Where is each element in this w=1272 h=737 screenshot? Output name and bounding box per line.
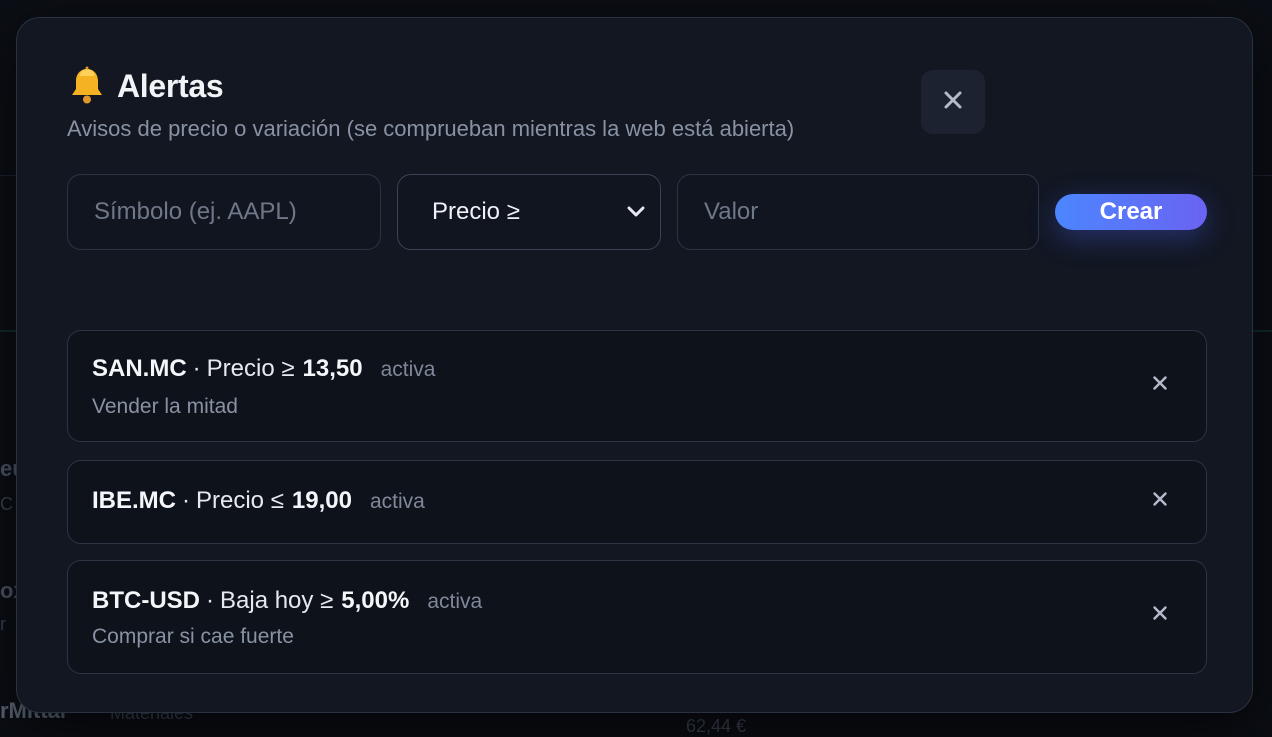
alert-threshold: 13,50 [302, 355, 363, 382]
delete-alert-button[interactable] [1148, 603, 1172, 627]
delete-alert-button[interactable] [1148, 489, 1172, 513]
modal-title: Alertas [117, 67, 224, 104]
bg-fragment: r [0, 614, 6, 634]
condition-selected-value: Precio ≥ [432, 198, 520, 225]
close-icon [943, 90, 963, 115]
alert-symbol: IBE.MC [92, 487, 176, 514]
alerts-modal: Alertas Avisos de precio o variación (se… [16, 17, 1253, 713]
alert-summary: SAN.MC · Precio ≥ 13,50 activa [92, 355, 435, 383]
symbol-input[interactable]: Símbolo (ej. AAPL) [67, 174, 381, 250]
delete-alert-button[interactable] [1148, 373, 1172, 397]
value-input[interactable]: Valor [677, 174, 1039, 250]
chevron-down-icon [626, 198, 646, 226]
alert-status: activa [369, 490, 425, 513]
create-alert-button[interactable]: Crear [1055, 194, 1207, 230]
alert-item: IBE.MC · Precio ≤ 19,00 activa [67, 460, 1207, 544]
close-icon [1152, 375, 1168, 396]
alert-summary: BTC-USD · Baja hoy ≥ 5,00% activa [92, 587, 482, 615]
bg-fragment: 62,44 € [686, 716, 747, 736]
close-icon [1152, 605, 1168, 626]
alert-note: Vender la mitad [92, 395, 238, 418]
bell-icon [69, 66, 105, 106]
modal-header: Alertas [69, 66, 224, 106]
alert-condition: Precio ≤ [196, 487, 284, 514]
condition-select[interactable]: Precio ≥ [397, 174, 661, 250]
alert-separator: · [182, 487, 190, 514]
close-icon [1152, 491, 1168, 512]
alert-condition: Baja hoy ≥ [220, 587, 334, 614]
alert-item: BTC-USD · Baja hoy ≥ 5,00% activa Compra… [67, 560, 1207, 674]
alert-symbol: BTC-USD [92, 587, 200, 614]
close-button[interactable] [921, 70, 985, 134]
bg-fragment: C [0, 494, 13, 514]
alert-condition: Precio ≥ [206, 355, 295, 382]
alert-status: activa [380, 358, 436, 381]
alert-status: activa [427, 590, 483, 613]
alert-note: Comprar si cae fuerte [92, 625, 294, 648]
alert-threshold: 19,00 [291, 487, 352, 514]
alert-summary: IBE.MC · Precio ≤ 19,00 activa [92, 487, 425, 515]
alert-separator: · [192, 355, 201, 382]
alert-threshold: 5,00% [341, 587, 410, 614]
alert-symbol: SAN.MC [92, 355, 187, 382]
alert-item: SAN.MC · Precio ≥ 13,50 activa Vender la… [67, 330, 1207, 442]
modal-subtitle: Avisos de precio o variación (se comprue… [67, 116, 795, 141]
alert-separator: · [206, 587, 214, 614]
